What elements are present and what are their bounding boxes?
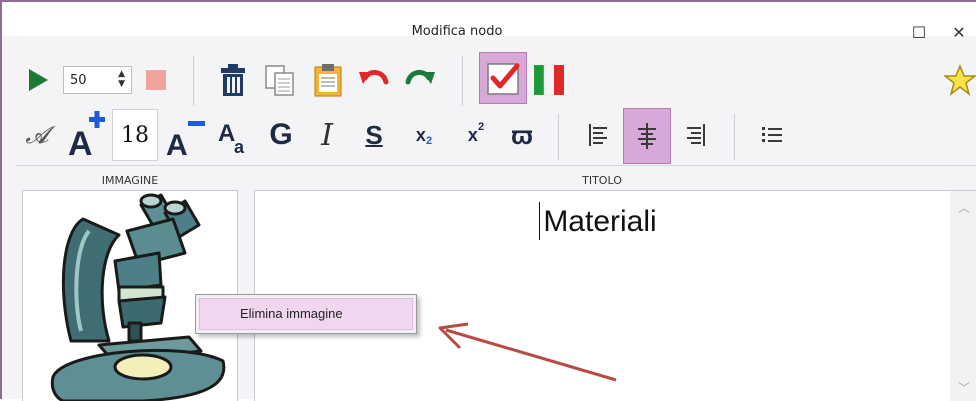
- copy-icon: [265, 65, 294, 96]
- scroll-down-icon[interactable]: ﹀: [950, 379, 976, 396]
- image-section-label: IMMAGINE: [101, 174, 159, 187]
- align-right-icon: [687, 124, 705, 146]
- align-left-button[interactable]: [578, 112, 618, 158]
- toolbar-separator: [734, 114, 735, 160]
- spinner-arrows-icon[interactable]: ▲ ▼: [118, 69, 125, 89]
- toolbar-separator: [558, 114, 559, 160]
- title-scrollbar[interactable]: ︿ ﹀: [950, 191, 976, 401]
- superscript-button[interactable]: x2: [454, 114, 498, 156]
- increase-font-button[interactable]: A: [64, 110, 108, 160]
- font-style-button[interactable]: 𝓐: [20, 114, 54, 156]
- subscript-base: x: [415, 124, 426, 145]
- align-left-icon: [589, 124, 607, 146]
- font-decrease-icon: A: [166, 121, 205, 159]
- redo-icon: [405, 70, 435, 85]
- check-toggle-button[interactable]: [479, 52, 527, 104]
- bullet-list-icon: [762, 127, 782, 142]
- superscript-index: 2: [477, 121, 485, 133]
- maximize-button[interactable]: ☐: [906, 20, 932, 46]
- language-button[interactable]: [529, 60, 569, 100]
- delete-button[interactable]: [213, 60, 253, 100]
- undo-button[interactable]: [354, 62, 394, 98]
- font-case-icon: A a: [218, 120, 245, 157]
- title-bar: Modifica nodo ☐ ✕: [2, 2, 976, 42]
- bullet-list-button[interactable]: [752, 112, 792, 158]
- svg-text:A: A: [218, 120, 235, 147]
- font-case-button[interactable]: A a: [214, 110, 254, 160]
- bold-button[interactable]: G: [262, 114, 300, 156]
- play-icon: [29, 69, 48, 91]
- speed-value: 50: [70, 73, 87, 88]
- toolbar-separator: [193, 56, 194, 106]
- decrease-font-button[interactable]: A: [162, 110, 208, 160]
- font-size-field[interactable]: 18: [112, 109, 158, 161]
- paste-icon: [314, 64, 342, 97]
- undo-icon: [359, 70, 389, 85]
- favorite-button[interactable]: [942, 62, 976, 98]
- stop-icon: [146, 70, 166, 90]
- trash-icon: [221, 64, 245, 96]
- svg-text:A: A: [166, 129, 188, 159]
- align-right-button[interactable]: [676, 112, 716, 158]
- redo-button[interactable]: [400, 62, 440, 98]
- strikethrough-button[interactable]: S: [354, 114, 394, 156]
- toolbar-separator: [462, 56, 463, 106]
- paste-button[interactable]: [308, 60, 348, 100]
- star-icon: [944, 64, 976, 96]
- text-caret: [539, 202, 540, 240]
- copy-button[interactable]: [260, 60, 300, 100]
- window-title: Modifica nodo: [411, 24, 503, 39]
- edit-node-dialog: Modifica nodo ☐ ✕ 50 ▲ ▼ 𝓐 A 18 A A a G …: [0, 0, 976, 401]
- play-button[interactable]: [20, 64, 54, 96]
- font-increase-icon: A: [68, 111, 105, 159]
- superscript-base: x: [467, 124, 478, 145]
- header-divider: [16, 165, 976, 166]
- speed-spinner[interactable]: 50 ▲ ▼: [63, 66, 132, 94]
- symbol-button[interactable]: ϖ: [502, 114, 542, 156]
- align-center-button[interactable]: [623, 108, 671, 164]
- close-button[interactable]: ✕: [946, 20, 972, 46]
- align-center-icon: [638, 123, 656, 149]
- image-context-menu: Elimina immagine: [195, 294, 417, 334]
- subscript-button[interactable]: x2: [402, 114, 446, 156]
- title-text-editor[interactable]: Materiali: [255, 205, 945, 239]
- scroll-up-icon[interactable]: ︿: [950, 199, 976, 216]
- title-section-label: TITOLO: [582, 174, 622, 187]
- italian-flag-icon: [534, 64, 564, 96]
- svg-text:A: A: [68, 125, 93, 159]
- stop-button[interactable]: [139, 64, 173, 96]
- delete-image-menu-item[interactable]: Elimina immagine: [199, 298, 413, 330]
- checkmark-icon: [487, 63, 520, 95]
- svg-text:a: a: [234, 137, 245, 157]
- subscript-index: 2: [425, 135, 433, 147]
- italic-button[interactable]: I: [308, 114, 346, 156]
